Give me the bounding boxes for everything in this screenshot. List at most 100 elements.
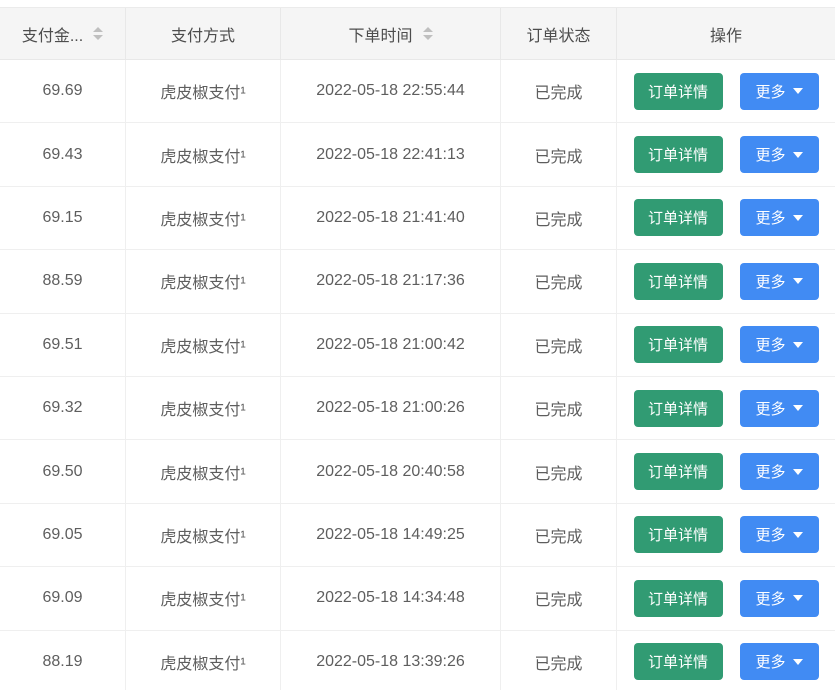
cell-amount: 88.59 <box>0 250 126 313</box>
orders-table: 支付金... 支付方式 下单时间 订单状态 操作 69.69 虎皮椒支付¹ 20… <box>0 7 835 690</box>
column-header-method: 支付方式 <box>126 8 281 59</box>
more-button[interactable]: 更多 <box>739 516 819 554</box>
cell-actions: 订单详情 更多 <box>617 377 835 439</box>
table-header: 支付金... 支付方式 下单时间 订单状态 操作 <box>0 8 835 60</box>
cell-actions: 订单详情 更多 <box>617 567 835 629</box>
cell-order-time: 2022-05-18 21:41:40 <box>281 186 501 250</box>
cell-actions: 订单详情 更多 <box>617 631 835 690</box>
more-button[interactable]: 更多 <box>739 72 819 110</box>
table-row: 88.59 虎皮椒支付¹ 2022-05-18 21:17:36 已完成 订单详… <box>0 250 835 314</box>
cell-actions: 订单详情 更多 <box>617 504 835 566</box>
cell-order-status: 已完成 <box>501 123 617 186</box>
cell-order-time: 2022-05-18 14:34:48 <box>281 567 501 630</box>
order-detail-button[interactable]: 订单详情 <box>633 199 723 237</box>
caret-down-icon <box>792 468 803 475</box>
table-row: 88.19 虎皮椒支付¹ 2022-05-18 13:39:26 已完成 订单详… <box>0 630 835 690</box>
column-header-actions-label: 操作 <box>709 27 742 45</box>
caret-down-icon <box>792 595 803 602</box>
caret-down-icon <box>792 658 803 665</box>
more-button-label: 更多 <box>755 590 786 608</box>
cell-order-status: 已完成 <box>501 503 617 567</box>
more-button[interactable]: 更多 <box>739 453 819 491</box>
column-header-method-label: 支付方式 <box>170 27 235 45</box>
caret-down-icon <box>792 88 803 95</box>
cell-order-time: 2022-05-18 21:00:42 <box>281 313 501 376</box>
caret-up-icon <box>422 27 433 32</box>
cell-order-status: 已完成 <box>501 60 617 123</box>
cell-order-status: 已完成 <box>501 376 617 440</box>
more-button[interactable]: 更多 <box>739 579 819 617</box>
column-header-time[interactable]: 下单时间 <box>281 8 501 59</box>
column-header-amount[interactable]: 支付金... <box>0 8 126 59</box>
caret-down-icon <box>792 531 803 538</box>
caret-up-icon <box>93 27 104 32</box>
order-detail-button[interactable]: 订单详情 <box>633 579 723 617</box>
column-header-status-label: 订单状态 <box>526 27 591 45</box>
caret-down-icon <box>792 214 803 221</box>
cell-actions: 订单详情 更多 <box>617 187 835 249</box>
cell-payment-method: 虎皮椒支付¹ <box>126 313 281 376</box>
column-header-time-label: 下单时间 <box>348 27 413 45</box>
table-row: 69.09 虎皮椒支付¹ 2022-05-18 14:34:48 已完成 订单详… <box>0 567 835 631</box>
cell-order-time: 2022-05-18 13:39:26 <box>281 630 501 690</box>
cell-amount: 69.15 <box>0 186 126 250</box>
more-button-label: 更多 <box>755 83 786 101</box>
column-header-status: 订单状态 <box>501 8 617 59</box>
more-button-label: 更多 <box>755 147 786 165</box>
sort-icon[interactable] <box>93 27 104 40</box>
cell-order-time: 2022-05-18 14:49:25 <box>281 503 501 567</box>
cell-payment-method: 虎皮椒支付¹ <box>126 567 281 630</box>
cell-payment-method: 虎皮椒支付¹ <box>126 503 281 567</box>
more-button[interactable]: 更多 <box>739 326 819 364</box>
cell-payment-method: 虎皮椒支付¹ <box>126 60 281 123</box>
more-button[interactable]: 更多 <box>739 643 819 681</box>
cell-payment-method: 虎皮椒支付¹ <box>126 123 281 186</box>
order-detail-button[interactable]: 订单详情 <box>633 262 723 300</box>
more-button[interactable]: 更多 <box>739 389 819 427</box>
cell-order-status: 已完成 <box>501 440 617 503</box>
order-detail-button[interactable]: 订单详情 <box>633 516 723 554</box>
cell-actions: 订单详情 更多 <box>617 123 835 185</box>
table-row: 69.69 虎皮椒支付¹ 2022-05-18 22:55:44 已完成 订单详… <box>0 60 835 124</box>
cell-amount: 69.32 <box>0 376 126 440</box>
table-row: 69.50 虎皮椒支付¹ 2022-05-18 20:40:58 已完成 订单详… <box>0 440 835 504</box>
more-button-label: 更多 <box>755 527 786 545</box>
cell-actions: 订单详情 更多 <box>617 440 835 502</box>
more-button-label: 更多 <box>755 654 786 672</box>
order-detail-button[interactable]: 订单详情 <box>633 389 723 427</box>
cell-payment-method: 虎皮椒支付¹ <box>126 250 281 313</box>
more-button[interactable]: 更多 <box>739 262 819 300</box>
order-detail-button[interactable]: 订单详情 <box>633 136 723 174</box>
cell-actions: 订单详情 更多 <box>617 314 835 376</box>
table-row: 69.05 虎皮椒支付¹ 2022-05-18 14:49:25 已完成 订单详… <box>0 503 835 568</box>
more-button-label: 更多 <box>755 337 786 355</box>
cell-order-status: 已完成 <box>501 630 617 690</box>
order-detail-button[interactable]: 订单详情 <box>633 326 723 364</box>
cell-amount: 69.43 <box>0 123 126 186</box>
caret-down-icon <box>792 151 803 158</box>
sort-icon[interactable] <box>422 27 433 40</box>
cell-order-status: 已完成 <box>501 567 617 630</box>
cell-payment-method: 虎皮椒支付¹ <box>126 186 281 250</box>
cell-order-status: 已完成 <box>501 313 617 376</box>
cell-amount: 69.51 <box>0 313 126 376</box>
table-row: 69.43 虎皮椒支付¹ 2022-05-18 22:41:13 已完成 订单详… <box>0 123 835 187</box>
table-row: 69.32 虎皮椒支付¹ 2022-05-18 21:00:26 已完成 订单详… <box>0 376 835 441</box>
cell-amount: 69.05 <box>0 503 126 567</box>
table-row: 69.51 虎皮椒支付¹ 2022-05-18 21:00:42 已完成 订单详… <box>0 313 835 377</box>
order-detail-button[interactable]: 订单详情 <box>633 453 723 491</box>
cell-amount: 69.50 <box>0 440 126 503</box>
caret-down-icon <box>93 35 104 40</box>
more-button[interactable]: 更多 <box>739 136 819 174</box>
cell-payment-method: 虎皮椒支付¹ <box>126 440 281 503</box>
order-detail-button[interactable]: 订单详情 <box>633 72 723 110</box>
caret-down-icon <box>422 35 433 40</box>
cell-order-time: 2022-05-18 21:00:26 <box>281 376 501 440</box>
order-detail-button[interactable]: 订单详情 <box>633 643 723 681</box>
table-row: 69.15 虎皮椒支付¹ 2022-05-18 21:41:40 已完成 订单详… <box>0 186 835 251</box>
cell-actions: 订单详情 更多 <box>617 250 835 312</box>
cell-payment-method: 虎皮椒支付¹ <box>126 630 281 690</box>
more-button-label: 更多 <box>755 400 786 418</box>
more-button[interactable]: 更多 <box>739 199 819 237</box>
cell-order-status: 已完成 <box>501 250 617 313</box>
